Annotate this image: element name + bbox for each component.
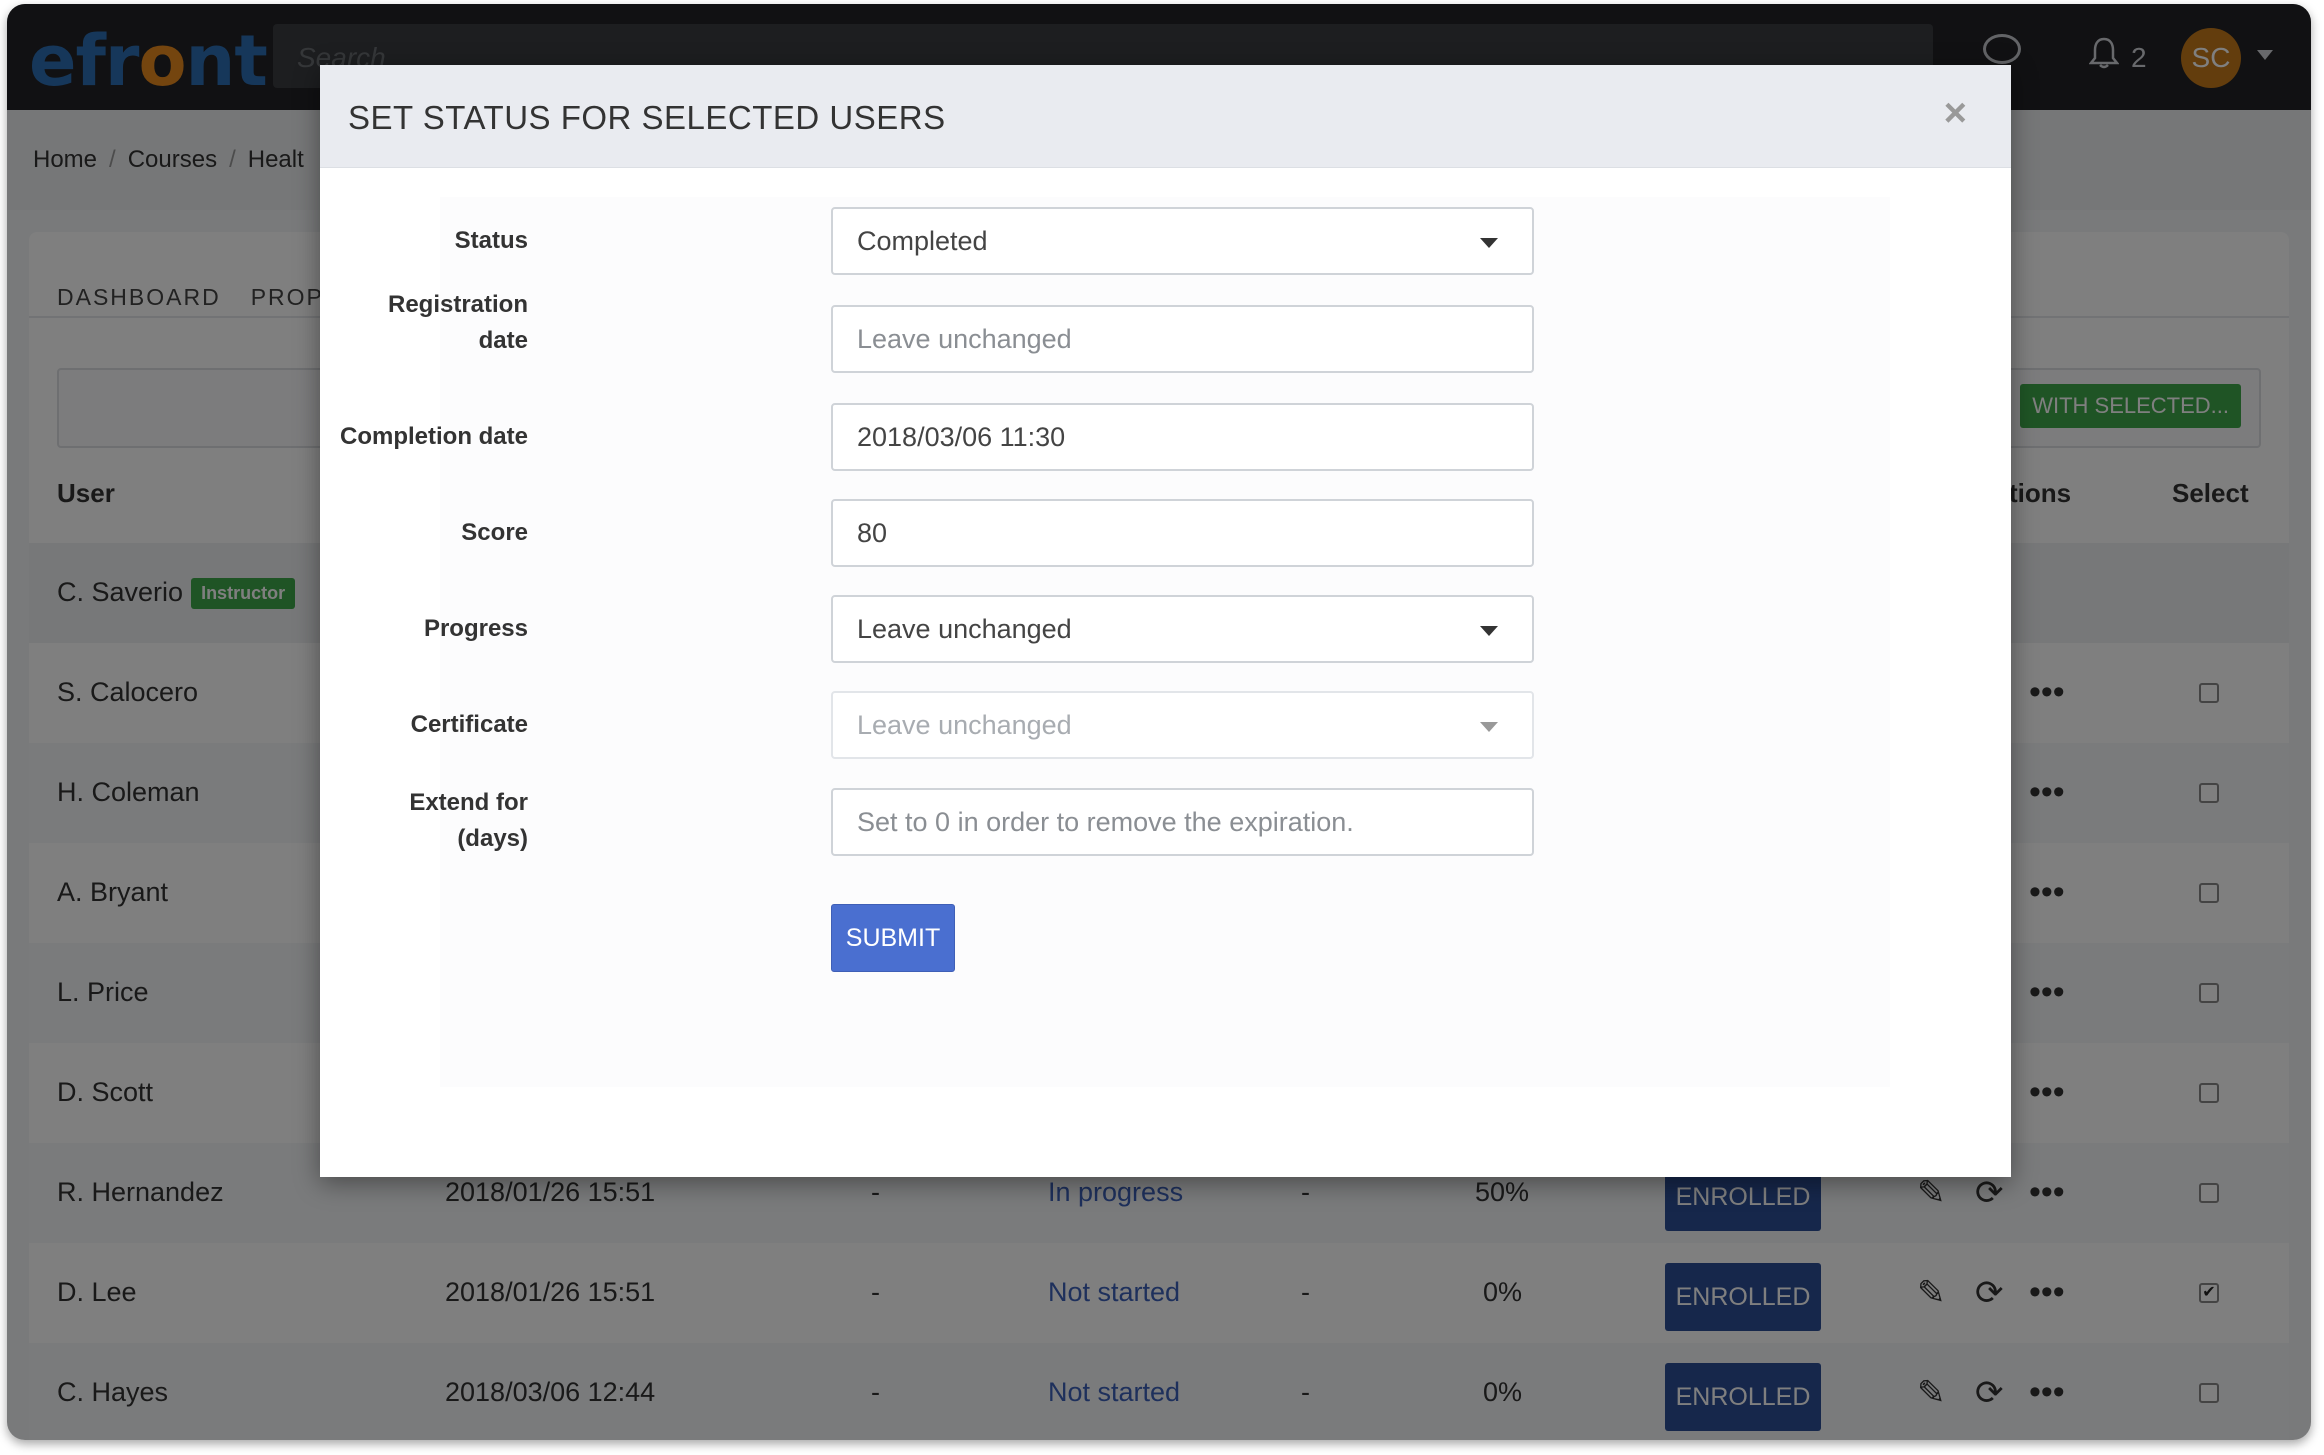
modal-title: SET STATUS FOR SELECTED USERS xyxy=(348,99,946,136)
extend-days-label: Extend for (days) xyxy=(409,789,528,852)
submit-button[interactable]: SUBMIT xyxy=(831,904,955,972)
modal-header: SET STATUS FOR SELECTED USERS × xyxy=(320,65,2011,168)
chevron-down-icon xyxy=(1480,626,1498,636)
score-label: Score xyxy=(461,519,528,546)
status-label: Status xyxy=(454,227,528,254)
set-status-modal: SET STATUS FOR SELECTED USERS × Status C… xyxy=(320,65,2011,1177)
extend-days-field[interactable]: Set to 0 in order to remove the expirati… xyxy=(831,788,1534,856)
modal-form: Status Completed Registration date Leave… xyxy=(340,197,1890,1087)
registration-date-label: Registration date xyxy=(387,291,528,354)
registration-date-field[interactable]: Leave unchanged xyxy=(831,305,1534,373)
certificate-select: Leave unchanged xyxy=(831,691,1534,759)
completion-date-field[interactable]: 2018/03/06 11:30 xyxy=(831,403,1534,471)
certificate-label: Certificate xyxy=(410,711,528,738)
score-field[interactable]: 80 xyxy=(831,499,1534,567)
status-select[interactable]: Completed xyxy=(831,207,1534,275)
close-icon[interactable]: × xyxy=(1944,91,1967,136)
chevron-down-icon xyxy=(1480,238,1498,248)
chevron-down-icon xyxy=(1480,722,1498,732)
progress-label: Progress xyxy=(423,615,528,642)
progress-select[interactable]: Leave unchanged xyxy=(831,595,1534,663)
completion-date-label: Completion date xyxy=(339,423,528,450)
app-window: efront Search 2 SC Home / Courses / Heal… xyxy=(7,4,2311,1440)
